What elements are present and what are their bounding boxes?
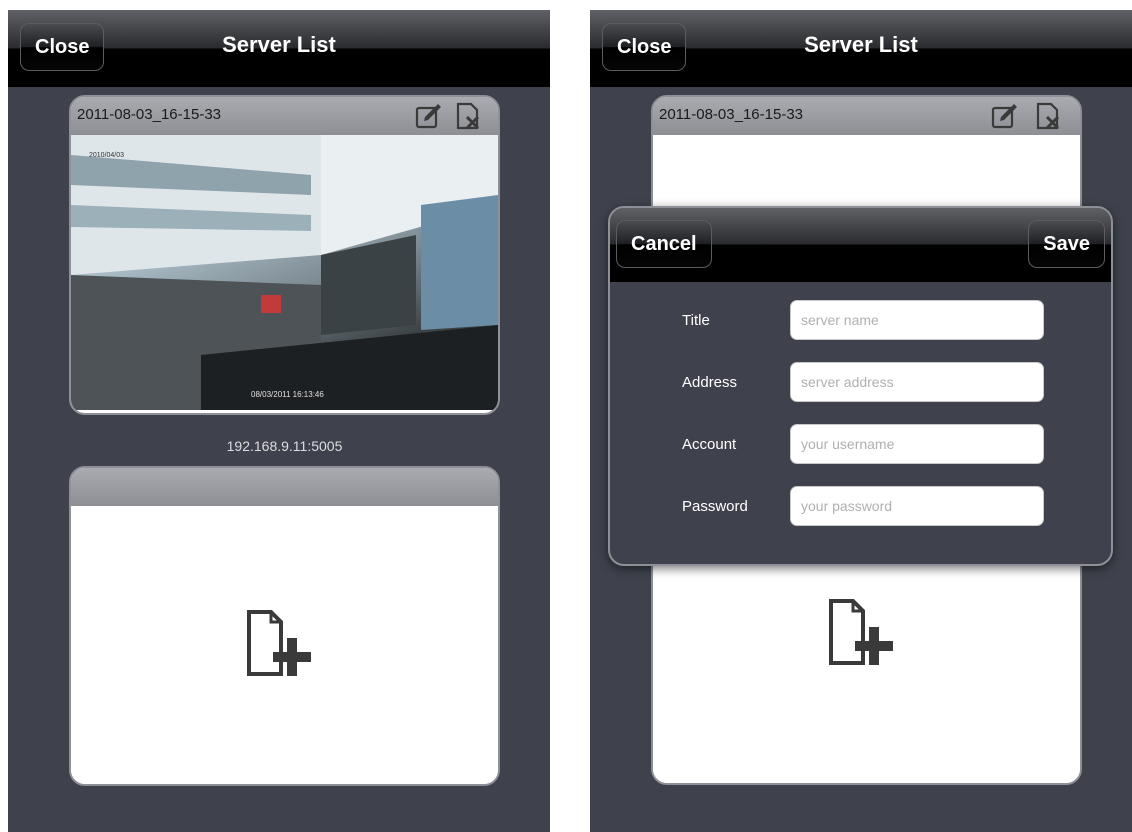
- password-input[interactable]: [790, 486, 1044, 526]
- camera-snapshot: 08/03/2011 16:13:46 2010/04/03: [71, 135, 498, 410]
- edit-icon[interactable]: [990, 101, 1020, 131]
- delete-icon[interactable]: [454, 101, 484, 131]
- page-title: Server List: [804, 32, 918, 57]
- server-list-screen-editing: Close Server List 2011-08-03_16-15-33 Ca…: [590, 10, 1132, 832]
- server-edit-dialog: Cancel Save Title Address Account Passwo…: [608, 206, 1113, 566]
- form-row-address: Address: [610, 362, 1111, 406]
- delete-icon[interactable]: [1034, 101, 1064, 131]
- add-server-area[interactable]: [71, 506, 498, 784]
- account-input[interactable]: [790, 424, 1044, 464]
- save-button[interactable]: Save: [1028, 220, 1105, 268]
- server-card-title: 2011-08-03_16-15-33: [659, 106, 804, 123]
- add-server-icon[interactable]: [241, 606, 331, 686]
- page-title: Server List: [222, 32, 336, 57]
- server-card-header: 2011-08-03_16-15-33: [71, 97, 498, 135]
- add-server-icon[interactable]: [823, 595, 913, 675]
- dialog-toolbar: Cancel Save: [610, 208, 1111, 282]
- camera-image: 08/03/2011 16:13:46 2010/04/03: [71, 135, 498, 410]
- edit-icon[interactable]: [414, 101, 444, 131]
- address-label: Address: [682, 374, 738, 391]
- add-server-card-header: [71, 468, 498, 506]
- title-input[interactable]: [790, 300, 1044, 340]
- server-card-title: 2011-08-03_16-15-33: [77, 106, 222, 123]
- form-row-title: Title: [610, 300, 1111, 344]
- navigation-bar: Close Server List: [8, 10, 550, 87]
- address-input[interactable]: [790, 362, 1044, 402]
- server-address-label: 192.168.9.11:5005: [226, 438, 343, 454]
- form-row-password: Password: [610, 486, 1111, 530]
- server-list-screen: Close Server List 2011-08-03_16-15-33 08…: [8, 10, 550, 832]
- navigation-bar: Close Server List: [590, 10, 1132, 87]
- cancel-button[interactable]: Cancel: [616, 220, 712, 268]
- add-server-card[interactable]: [69, 466, 500, 786]
- svg-text:08/03/2011 16:13:46: 08/03/2011 16:13:46: [251, 390, 324, 399]
- svg-text:2010/04/03: 2010/04/03: [89, 152, 124, 159]
- account-label: Account: [682, 436, 737, 453]
- title-label: Title: [682, 312, 710, 329]
- server-card[interactable]: 2011-08-03_16-15-33 08/03/2011 16:13:46 …: [69, 95, 500, 415]
- server-card-header: 2011-08-03_16-15-33: [653, 97, 1080, 135]
- password-label: Password: [682, 498, 748, 515]
- form-row-account: Account: [610, 424, 1111, 468]
